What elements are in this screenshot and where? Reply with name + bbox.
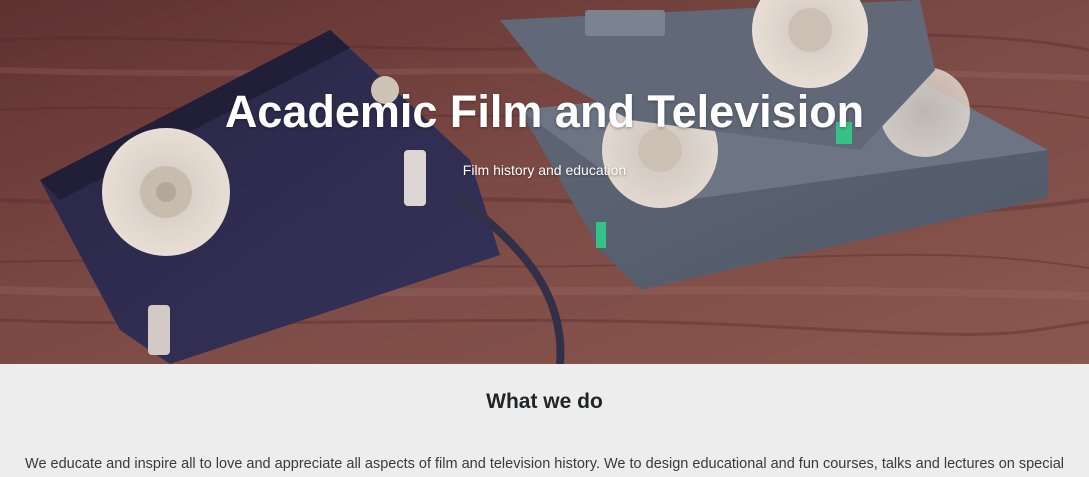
section-heading: What we do: [486, 390, 603, 413]
hero-banner: Academic Film and Television Film histor…: [0, 0, 1089, 364]
site-tagline: Film history and education: [462, 162, 627, 178]
what-we-do-section: What we do We educate and inspire all to…: [0, 364, 1089, 477]
site-title: Academic Film and Television: [224, 86, 865, 137]
hero-tint-overlay: [0, 0, 1089, 364]
section-description: We educate and inspire all to love and a…: [25, 456, 1064, 472]
